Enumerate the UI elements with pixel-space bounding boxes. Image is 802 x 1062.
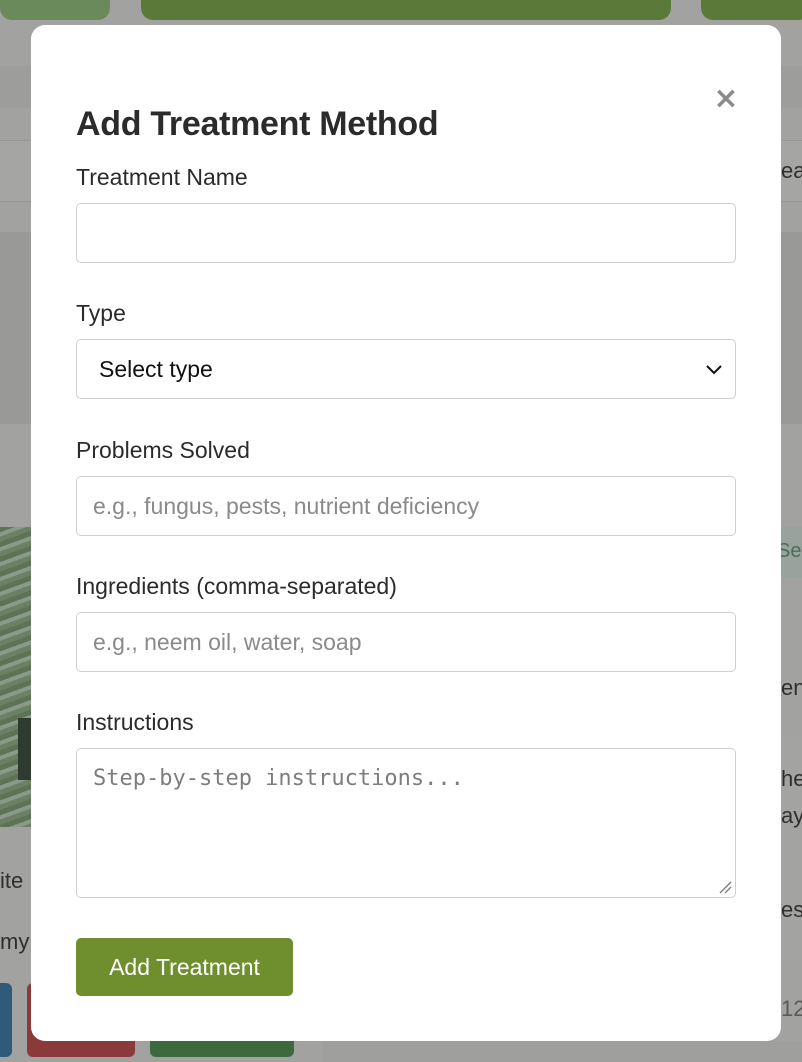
chevron-down-icon	[706, 365, 722, 375]
instructions-label: Instructions	[76, 709, 194, 735]
problems-solved-input[interactable]	[76, 476, 736, 536]
add-treatment-modal: Add Treatment Method × Treatment Name Ty…	[31, 25, 781, 1041]
problems-solved-label: Problems Solved	[76, 437, 250, 463]
add-treatment-button[interactable]: Add Treatment	[76, 938, 293, 996]
ingredients-input[interactable]	[76, 612, 736, 672]
close-icon[interactable]: ×	[711, 84, 741, 114]
modal-overlay[interactable]: Add Treatment Method × Treatment Name Ty…	[0, 0, 802, 1062]
modal-title: Add Treatment Method	[76, 105, 439, 143]
instructions-textarea[interactable]	[76, 748, 736, 898]
type-select-value: Select type	[99, 355, 213, 382]
type-label: Type	[76, 300, 126, 326]
treatment-name-label: Treatment Name	[76, 164, 248, 190]
type-select[interactable]: Select type	[76, 339, 736, 399]
ingredients-label: Ingredients (comma-separated)	[76, 573, 397, 599]
resize-handle-icon[interactable]	[718, 880, 732, 894]
treatment-name-input[interactable]	[76, 203, 736, 263]
